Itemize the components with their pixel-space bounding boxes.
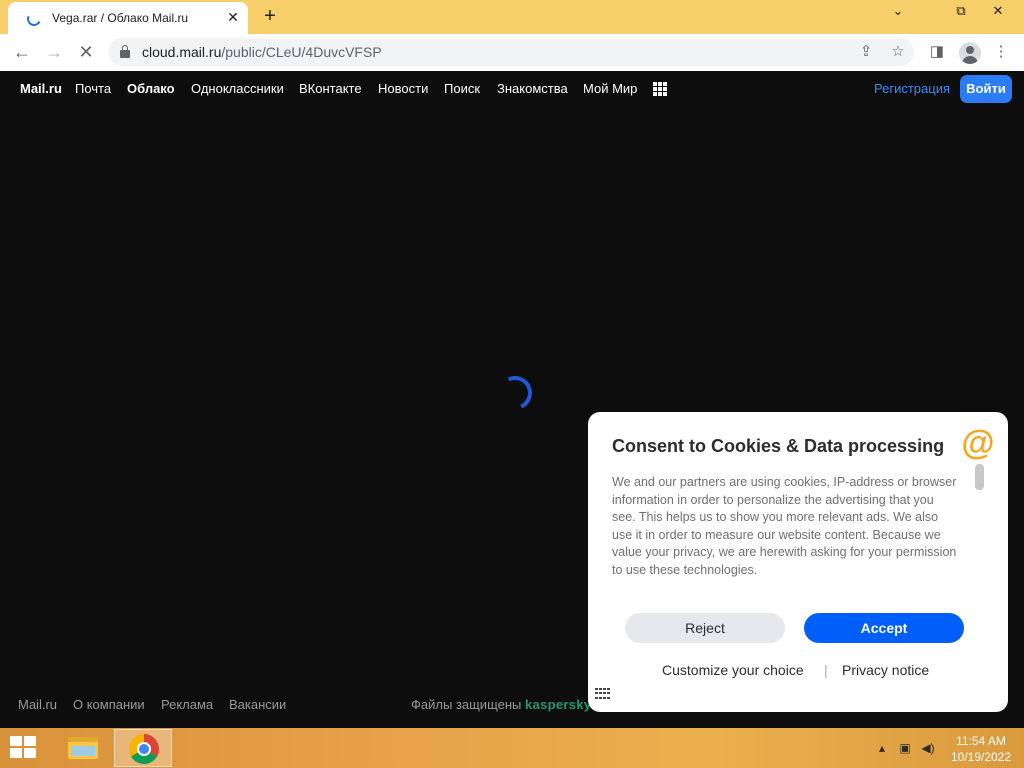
portal-top-nav: Mail.ru Почта Облако Одноклассники ВКонт… (0, 71, 1024, 107)
lock-icon (120, 45, 130, 58)
clock-time: 11:54 AM (956, 734, 1006, 748)
tray-show-hidden-icon[interactable]: ▴ (874, 740, 890, 756)
url-path: /public/CLeU/4DuvcVFSP (221, 44, 382, 60)
tab-title: Vega.rar / Облако Mail.ru (52, 11, 189, 25)
footer-link-mailru[interactable]: Mail.ru (18, 697, 57, 712)
tab-loading-spinner-icon (25, 10, 43, 28)
nav-poisk[interactable]: Поиск (444, 81, 480, 96)
login-button[interactable]: Войти (960, 75, 1012, 103)
cookie-consent-dialog: Consent to Cookies & Data processing @ W… (588, 412, 1008, 712)
window-restore-button[interactable]: ⧉ (945, 0, 977, 24)
footer-link-company[interactable]: О компании (73, 697, 145, 712)
back-arrow-icon[interactable]: ← (9, 40, 35, 66)
share-icon[interactable]: ⇪ (856, 42, 876, 62)
profile-avatar-icon[interactable] (959, 42, 981, 64)
browser-menu-icon[interactable]: ⋮ (990, 41, 1012, 63)
browser-toolbar: ← → ✕ cloud.mail.ru/public/CLeU/4DuvcVFS… (0, 34, 1024, 71)
mailru-at-logo-icon: @ (961, 424, 995, 462)
nav-mailru[interactable]: Mail.ru (20, 81, 62, 96)
loading-spinner-icon (493, 371, 537, 415)
side-panel-icon[interactable]: ◨ (926, 41, 948, 63)
footer-protected-text: Файлы защищены (411, 697, 522, 712)
kaspersky-logo: kaspersky (525, 697, 592, 712)
window-minimize-button[interactable]: ⌄ (882, 0, 914, 24)
windows-taskbar: ▴ ▣ ◀) 11:54 AM 10/19/2022 (0, 728, 1024, 768)
volume-icon[interactable]: ◀) (920, 740, 936, 756)
forward-arrow-icon[interactable]: → (41, 40, 67, 66)
nav-pochta[interactable]: Почта (75, 81, 111, 96)
new-tab-button[interactable]: + (258, 5, 282, 29)
consent-title: Consent to Cookies & Data processing (612, 436, 945, 456)
qr-code-icon (595, 688, 611, 700)
nav-znakomstva[interactable]: Знакомства (497, 81, 568, 96)
consent-scrollbar[interactable] (975, 464, 984, 490)
accept-button[interactable]: Accept (804, 613, 964, 643)
windows-start-icon[interactable] (10, 736, 38, 760)
chrome-icon (129, 734, 159, 764)
folder-icon (68, 737, 98, 759)
window-close-button[interactable]: ✕ (982, 0, 1014, 24)
register-link[interactable]: Регистрация (874, 81, 950, 96)
url-text: cloud.mail.ru/public/CLeU/4DuvcVFSP (142, 44, 382, 60)
clock-date: 10/19/2022 (950, 750, 1012, 764)
apps-grid-icon[interactable] (653, 82, 667, 96)
reject-button[interactable]: Reject (625, 613, 785, 643)
footer-link-ads[interactable]: Реклама (161, 697, 213, 712)
privacy-notice-link[interactable]: Privacy notice (842, 662, 929, 678)
chrome-taskbar-button[interactable] (114, 729, 172, 767)
browser-tab-active[interactable]: Vega.rar / Облако Mail.ru ✕ (8, 2, 248, 34)
nav-moy-mir[interactable]: Мой Мир (583, 81, 637, 96)
nav-vkontakte[interactable]: ВКонтакте (299, 81, 362, 96)
stop-loading-icon[interactable]: ✕ (73, 40, 99, 66)
footer-protected-note: Файлы защищены kaspersky (411, 697, 591, 712)
footer-link-jobs[interactable]: Вакансии (229, 697, 286, 712)
browser-tabstrip: Vega.rar / Облако Mail.ru ✕ + ⌄ ⧉ ✕ (0, 0, 1024, 34)
system-clock[interactable]: 11:54 AM 10/19/2022 (948, 733, 1014, 765)
nav-novosti[interactable]: Новости (378, 81, 428, 96)
file-explorer-button[interactable] (52, 729, 110, 767)
url-host: cloud.mail.ru (142, 44, 222, 60)
consent-link-separator: | (824, 662, 828, 678)
address-bar[interactable]: cloud.mail.ru/public/CLeU/4DuvcVFSP ⇪ ☆ (108, 38, 914, 66)
bookmark-star-icon[interactable]: ☆ (888, 42, 908, 62)
nav-odnoklassniki[interactable]: Одноклассники (191, 81, 284, 96)
tab-close-icon[interactable]: ✕ (224, 8, 242, 26)
nav-oblako[interactable]: Облако (127, 81, 175, 96)
consent-body-text: We and our partners are using cookies, I… (612, 475, 957, 577)
network-icon[interactable]: ▣ (897, 740, 913, 756)
customize-choice-link[interactable]: Customize your choice (662, 662, 804, 678)
